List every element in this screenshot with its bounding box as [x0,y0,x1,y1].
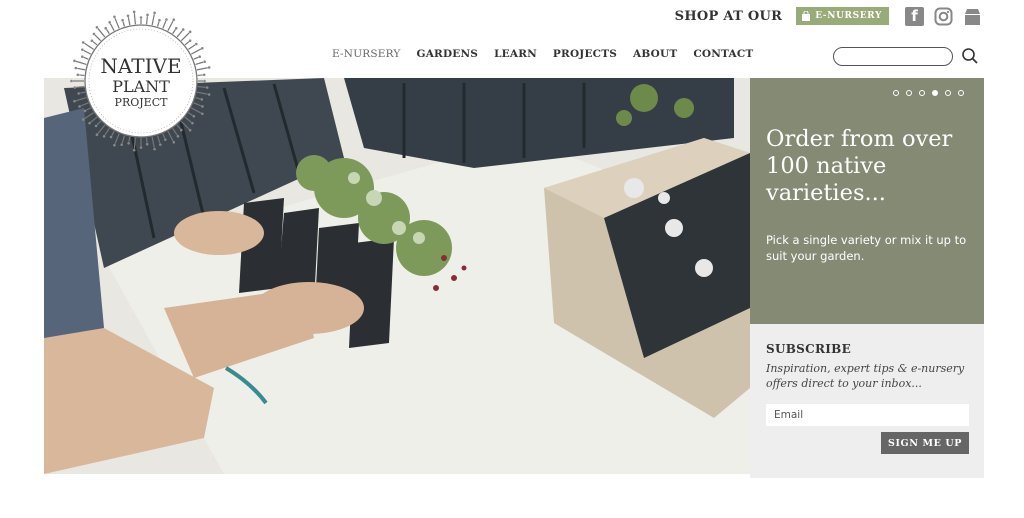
shop-at-our-label: SHOP AT OUR [674,8,783,24]
nav-item-contact[interactable]: CONTACT [693,48,753,60]
top-bar: SHOP AT OUR E-NURSERY f [675,5,982,27]
carousel-dot[interactable] [919,90,925,96]
subscribe-title: SUBSCRIBE [766,342,852,356]
shopping-bag-icon [802,11,811,21]
promo-panel: Order from over 100 native varieties... … [750,78,984,324]
search-input[interactable] [833,47,953,66]
carousel-dot-active[interactable] [932,90,938,96]
logo-line-2: PLANT [112,77,170,96]
facebook-icon[interactable]: f [905,6,924,26]
instagram-icon[interactable] [934,7,953,26]
carousel-dot[interactable] [945,90,951,96]
shop-icon[interactable] [963,7,982,26]
carousel-dot[interactable] [893,90,899,96]
nav-item-enursery[interactable]: E-NURSERY [332,48,401,60]
promo-headline: Order from over 100 native varieties... [766,126,953,206]
email-field[interactable] [766,404,969,426]
nav-item-projects[interactable]: PROJECTS [553,48,617,60]
logo-line-1: NATIVE [100,54,181,78]
promo-subtext: Pick a single variety or mix it up to su… [766,233,967,263]
search-icon[interactable] [961,47,979,65]
nav-item-learn[interactable]: LEARN [494,48,537,60]
carousel-dot[interactable] [906,90,912,96]
logo-badge: NATIVE PLANT PROJECT [70,10,211,152]
main-nav: E-NURSERY GARDENS LEARN PROJECTS ABOUT C… [332,48,753,60]
logo-line-3: PROJECT [115,96,169,109]
subscribe-text: Inspiration, expert tips & e-nursery off… [766,362,965,390]
nav-item-about[interactable]: ABOUT [633,48,677,60]
carousel-dots [893,90,964,96]
carousel-dot[interactable] [958,90,964,96]
nav-item-gardens[interactable]: GARDENS [417,48,479,60]
sign-me-up-button[interactable]: SIGN ME UP [881,432,969,454]
enursery-button-label: E-NURSERY [815,11,882,21]
logo[interactable]: NATIVE PLANT PROJECT [68,8,214,154]
enursery-button[interactable]: E-NURSERY [796,7,889,25]
subscribe-box: SUBSCRIBE Inspiration, expert tips & e-n… [750,324,984,478]
